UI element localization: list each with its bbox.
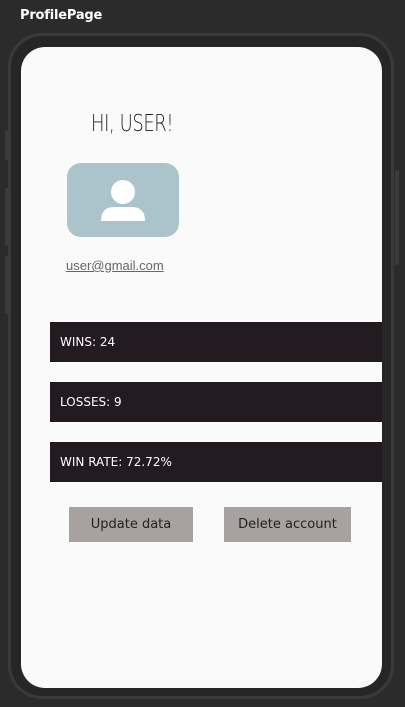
losses-stat: LOSSES: 9 (50, 382, 382, 422)
update-data-label: Update data (90, 517, 172, 532)
delete-account-label: Delete account (238, 517, 337, 532)
wins-label: WINS: 24 (60, 335, 116, 349)
win-rate-label: WIN RATE: 72.72% (60, 455, 172, 469)
avatar (67, 163, 179, 237)
window-title: ProfilePage (20, 8, 103, 23)
device-side-button (5, 256, 9, 314)
win-rate-stat: WIN RATE: 72.72% (50, 442, 382, 482)
email-link[interactable]: user@gmail.com (66, 258, 164, 273)
user-icon (101, 180, 145, 221)
profile-screen: HI, USER! user@gmail.com WINS: 24 LOSSES… (21, 47, 382, 688)
device-side-button (5, 130, 9, 160)
losses-label: LOSSES: 9 (60, 395, 122, 409)
greeting-heading: HI, USER! (91, 111, 174, 137)
device-side-button (395, 170, 399, 265)
update-data-button[interactable]: Update data (69, 507, 193, 542)
delete-account-button[interactable]: Delete account (224, 507, 351, 542)
device-side-button (5, 188, 9, 246)
wins-stat: WINS: 24 (50, 322, 382, 362)
